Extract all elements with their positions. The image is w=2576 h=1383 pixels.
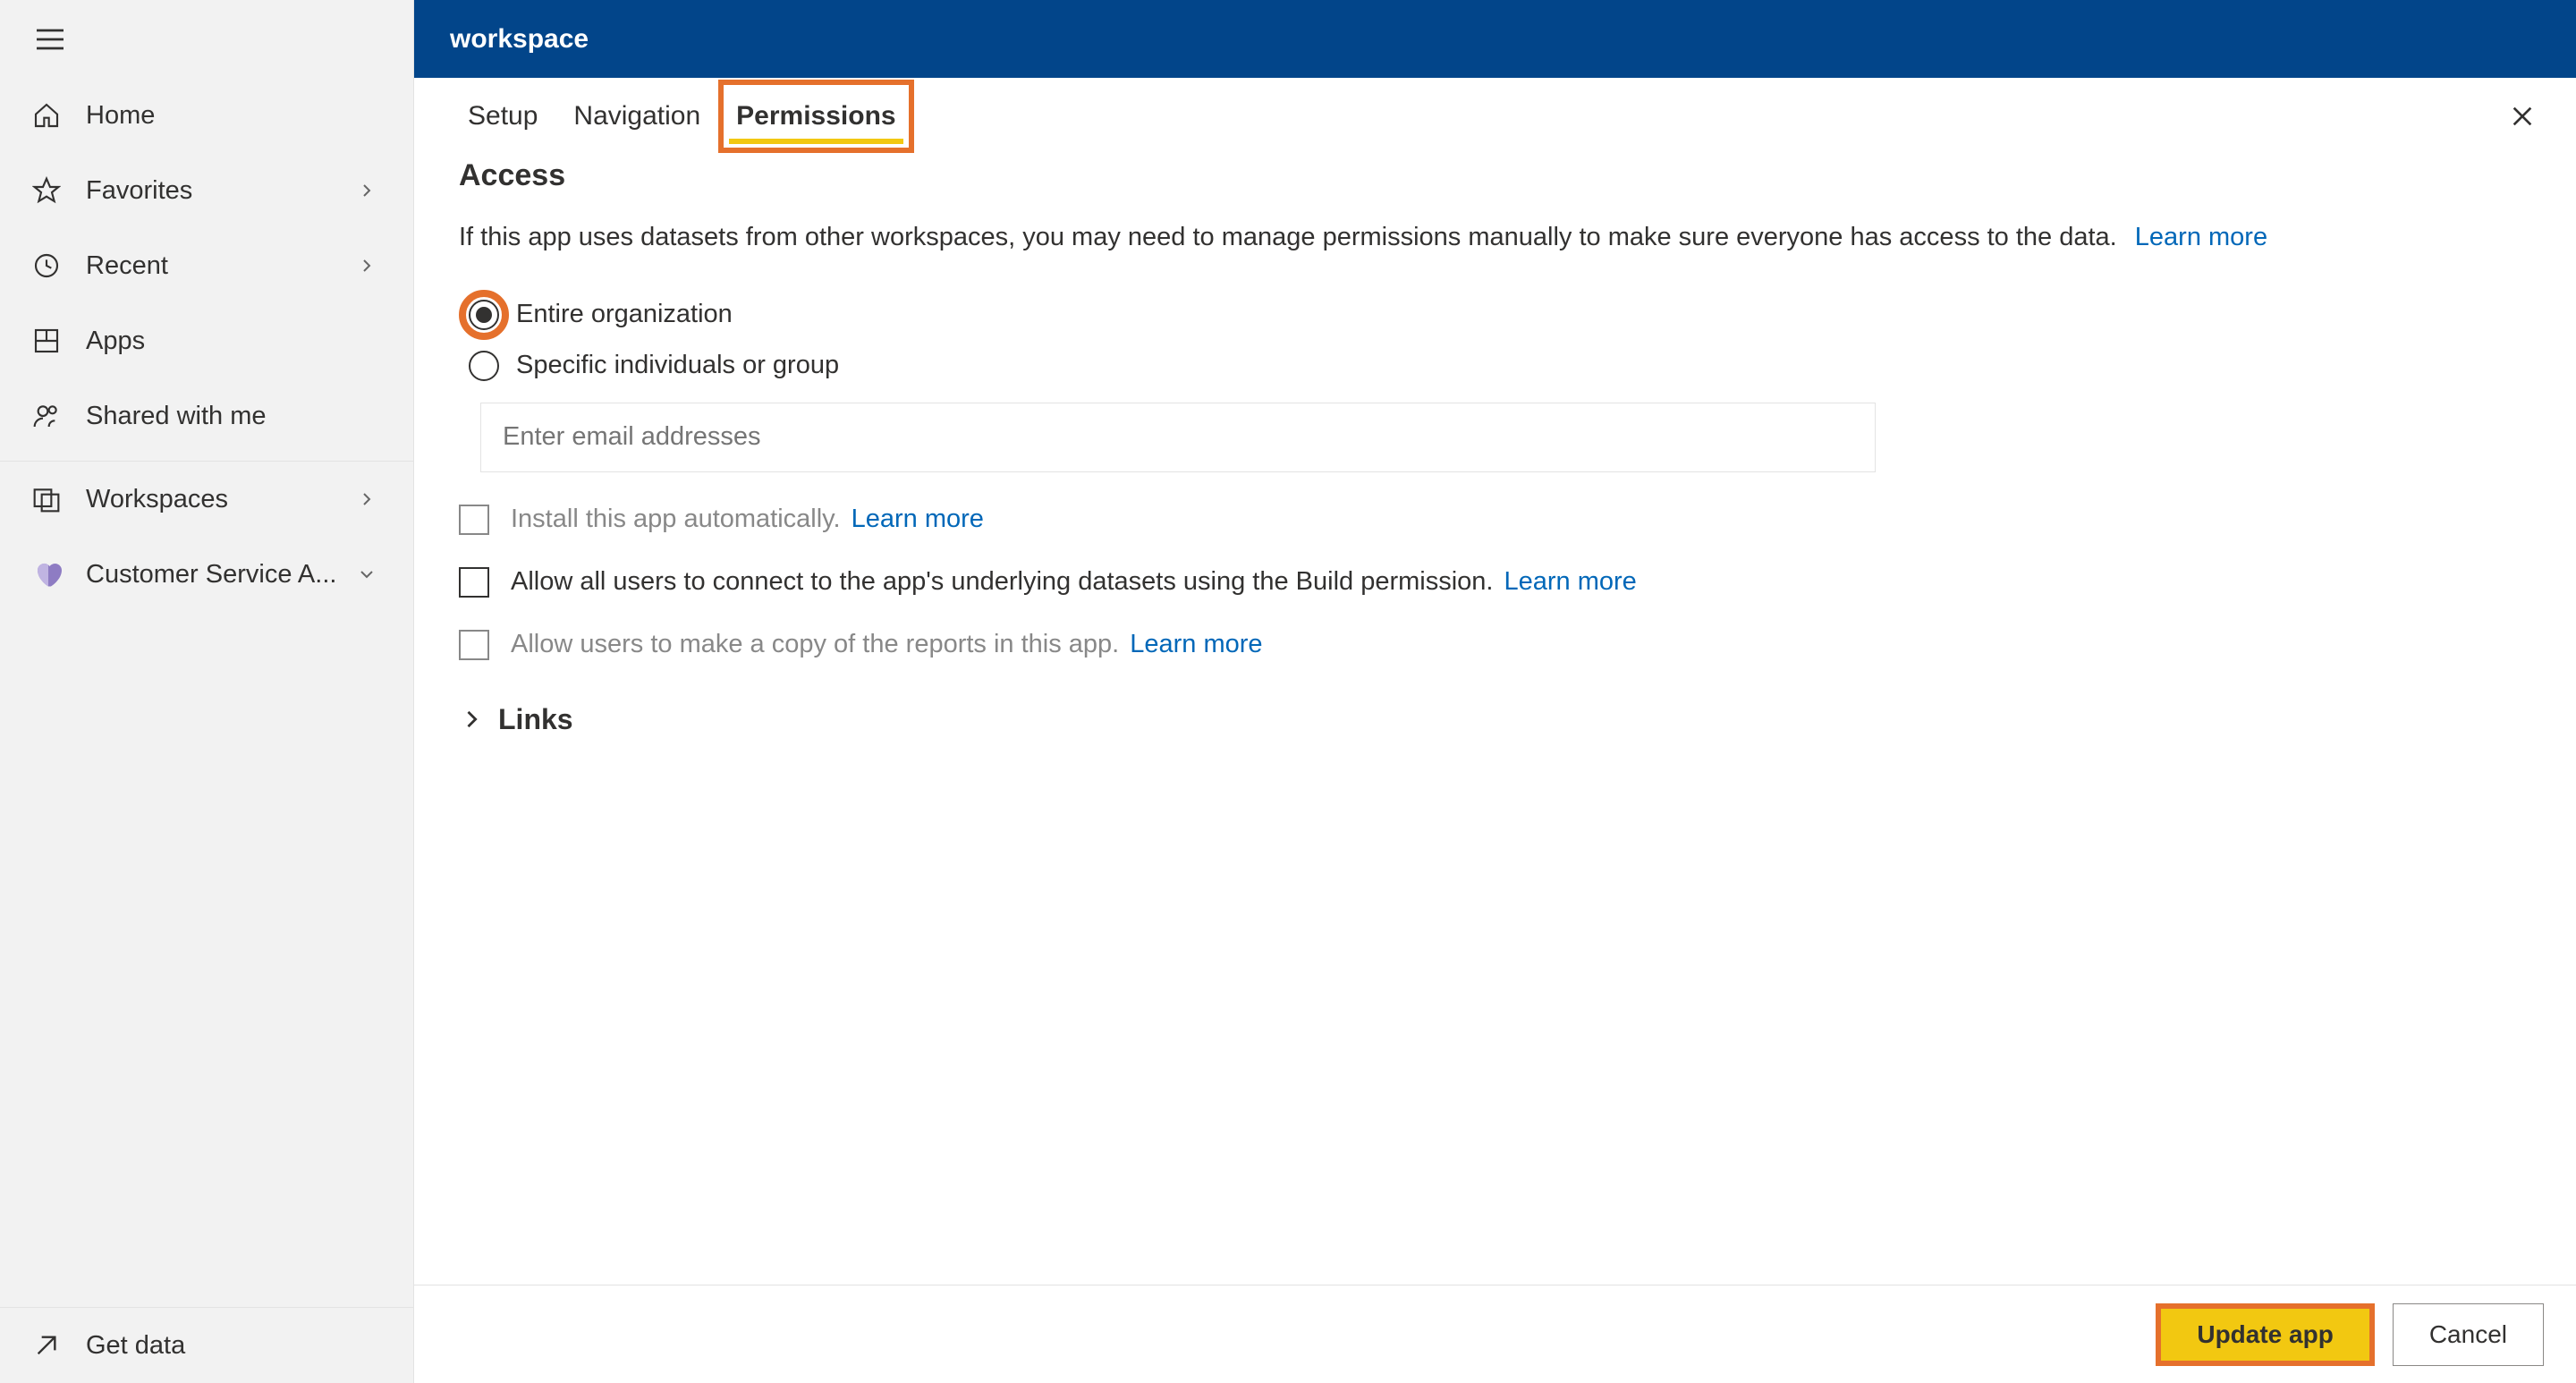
nav-label: Workspaces [86,485,356,514]
workspaces-icon [32,483,64,515]
nav-label: Get data [86,1331,381,1361]
tab-permissions[interactable]: Permissions [718,80,913,153]
nav-apps[interactable]: Apps [0,303,413,378]
chevron-right-icon [356,253,381,278]
links-expander[interactable]: Links [459,703,2531,736]
tab-navigation[interactable]: Navigation [555,80,718,153]
sidebar: Home Favorites Recent [0,0,414,1383]
nav-home[interactable]: Home [0,78,413,153]
nav-recent[interactable]: Recent [0,228,413,303]
section-desc: If this app uses datasets from other wor… [459,218,2531,258]
checkbox-build-permission[interactable]: Allow all users to connect to the app's … [459,567,2531,598]
radio-entire-org[interactable]: Entire organization [459,290,2531,340]
nav-label: Apps [86,327,381,356]
checkbox-label: Install this app automatically. [511,505,841,534]
chevron-down-icon [356,562,381,587]
nav-label: Shared with me [86,402,381,431]
highlight-ring [459,290,509,340]
workspace-header: workspace [414,0,2576,78]
nav-get-data[interactable]: Get data [0,1308,413,1383]
checkbox-label: Allow all users to connect to the app's … [511,567,1494,597]
star-icon [32,174,64,207]
main-panel: workspace Setup Navigation Permissions A… [414,0,2576,1383]
nav-label: Recent [86,251,356,281]
clock-icon [32,250,64,282]
update-app-button[interactable]: Update app [2156,1303,2374,1366]
nav-current-workspace[interactable]: Customer Service A... [0,537,413,612]
checkbox-label: Allow users to make a copy of the report… [511,630,1119,659]
checkbox-icon [459,567,489,598]
learn-more-link[interactable]: Learn more [2135,223,2267,251]
heart-icon [32,558,64,590]
radio-label: Entire organization [516,300,733,329]
email-input[interactable] [480,403,1876,472]
nav-label: Home [86,101,381,131]
chevron-right-icon [356,487,381,512]
checkbox-install-auto[interactable]: Install this app automatically. Learn mo… [459,505,2531,535]
nav-workspaces[interactable]: Workspaces [0,462,413,537]
nav-shared[interactable]: Shared with me [0,378,413,454]
chevron-right-icon [356,178,381,203]
apps-icon [32,325,64,357]
tabs: Setup Navigation Permissions [414,78,2576,155]
footer: Update app Cancel [414,1285,2576,1383]
tab-setup[interactable]: Setup [450,80,555,153]
home-icon [32,99,64,132]
radio-icon [469,300,499,330]
chevron-right-icon [459,705,487,734]
shared-icon [32,400,64,432]
arrow-upright-icon [32,1329,64,1362]
learn-more-link[interactable]: Learn more [1504,567,1637,597]
checkbox-icon [459,505,489,535]
content: Access If this app uses datasets from ot… [414,155,2576,1285]
close-button[interactable] [2504,98,2540,134]
header-title: workspace [450,24,589,55]
nav-favorites[interactable]: Favorites [0,153,413,228]
links-label: Links [498,703,573,736]
learn-more-link[interactable]: Learn more [852,505,984,534]
radio-label: Specific individuals or group [516,351,839,380]
section-title: Access [459,158,2531,193]
radio-icon [469,351,499,381]
cancel-button[interactable]: Cancel [2393,1303,2544,1366]
radio-specific[interactable]: Specific individuals or group [459,351,2531,381]
nav-label: Customer Service A... [86,560,356,590]
checkbox-copy-reports[interactable]: Allow users to make a copy of the report… [459,630,2531,660]
hamburger-button[interactable] [0,0,413,78]
nav-label: Favorites [86,176,356,206]
checkbox-icon [459,630,489,660]
learn-more-link[interactable]: Learn more [1130,630,1262,659]
